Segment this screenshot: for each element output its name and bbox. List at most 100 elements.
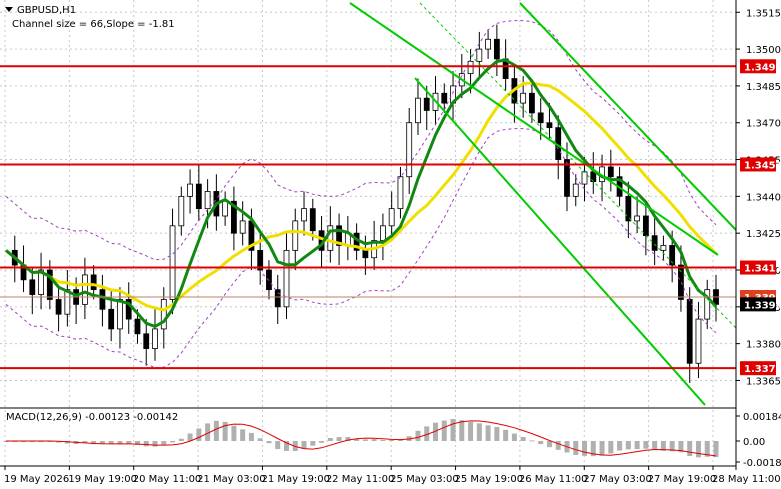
candle-body [169,225,176,300]
candle-body [520,92,527,104]
macd-histogram-bar [380,440,386,442]
macd-histogram-bar [441,420,447,441]
candle-body [117,299,123,330]
macd-histogram-bar [161,441,167,445]
level-label: 1.3370 [744,364,781,375]
y-tick-label: 1.3485 [746,82,781,93]
candle-body [406,122,413,178]
candle-body [143,333,150,349]
candle-body [204,191,211,210]
macd-histogram-bar [599,441,605,456]
macd-histogram-bar [196,428,202,441]
y-tick-label: 1.3515 [746,8,781,19]
candle-body [29,279,36,295]
symbol-label: GBPUSD,H1 [17,5,76,16]
macd-histogram-bar [143,441,149,447]
macd-histogram-bar [327,438,333,441]
candle-body [187,183,193,197]
level-label: 1.3411 [744,264,781,275]
x-tick-label: 19 May 2026 [4,474,69,485]
macd-tick-label: -0.00184 [743,458,781,469]
macd-histogram-bar [248,432,254,441]
candle-body [239,220,246,234]
candle-body [292,220,299,251]
candle-body [222,200,229,217]
candle-body [423,97,430,111]
candle-body [651,235,658,251]
candle-body [380,225,386,241]
candle-body [90,274,97,291]
candle-body [266,269,272,291]
macd-histogram-bar [319,441,325,443]
candle-body [660,245,667,251]
candle-body [634,215,641,222]
macd-histogram-bar [231,425,237,441]
x-tick-label: 26 May 11:00 [519,474,588,485]
candle-body [134,318,141,335]
macd-histogram-bar [336,437,342,441]
macd-tick-label: 0.00 [743,437,765,448]
macd-histogram-bar [625,441,631,450]
candle-body [81,274,88,305]
y-tick-label: 1.3425 [746,229,781,240]
macd-histogram-bar [511,433,517,441]
price-chart[interactable]: 1.35151.35001.34851.34701.34551.34401.34… [0,0,781,489]
macd-histogram-bar [617,441,623,451]
macd-histogram-bar [240,429,246,441]
candle-body [686,299,693,364]
candle-body [55,299,62,315]
candle-body [485,38,491,50]
x-tick-label: 21 May 03:00 [197,474,266,485]
candle-body [581,171,588,185]
candle-body [625,195,632,222]
candle-body [99,289,106,310]
candle-body [529,92,535,114]
x-tick-label: 28 May 11:00 [712,474,781,485]
y-tick-label: 1.3500 [746,45,781,56]
candle-body [642,215,649,237]
macd-histogram-bar [415,430,421,441]
candle-body [537,112,544,124]
candle-body [695,318,702,364]
x-tick-label: 20 May 11:00 [133,474,202,485]
x-tick-label: 19 May 19:00 [68,474,137,485]
channel-info-label: Channel size = 66,Slope = -1.81 [12,19,175,30]
macd-histogram-bar [643,441,649,449]
x-tick-label: 27 May 03:00 [583,474,652,485]
x-tick-label: 27 May 19:00 [648,474,717,485]
macd-histogram-bar [476,423,482,441]
macd-histogram-bar [362,439,368,441]
macd-histogram-bar [538,441,544,445]
macd-histogram-bar [222,421,228,441]
candle-body [397,176,404,210]
level-label: 1.3493 [744,62,781,73]
last-price-label: 1.3396 [744,300,781,311]
macd-histogram-bar [178,438,184,441]
macd-histogram-bar [555,441,561,450]
macd-histogram-bar [266,441,272,444]
candle-body [476,48,483,62]
macd-histogram-bar [126,441,132,444]
macd-histogram-bar [634,441,640,450]
macd-histogram-bar [152,441,158,447]
candle-body [572,183,579,197]
y-tick-label: 1.3470 [746,119,781,130]
x-tick-label: 25 May 03:00 [390,474,459,485]
macd-histogram-bar [389,439,395,441]
macd-histogram-bar [310,441,316,446]
macd-histogram-bar [494,427,500,441]
candle-body [415,97,421,124]
macd-histogram-bar [695,441,701,458]
macd-histogram-bar [713,441,719,458]
y-tick-label: 1.3440 [746,192,781,203]
macd-histogram-bar [170,441,176,443]
macd-histogram-bar [652,441,658,450]
macd-histogram-bar [459,420,465,441]
y-tick-label: 1.3365 [746,376,781,387]
macd-histogram-bar [275,441,281,450]
macd-histogram-bar [371,439,377,441]
candle-body [441,92,448,104]
candle-body [362,249,369,259]
macd-histogram-bar [301,441,307,449]
candle-body [309,208,316,232]
